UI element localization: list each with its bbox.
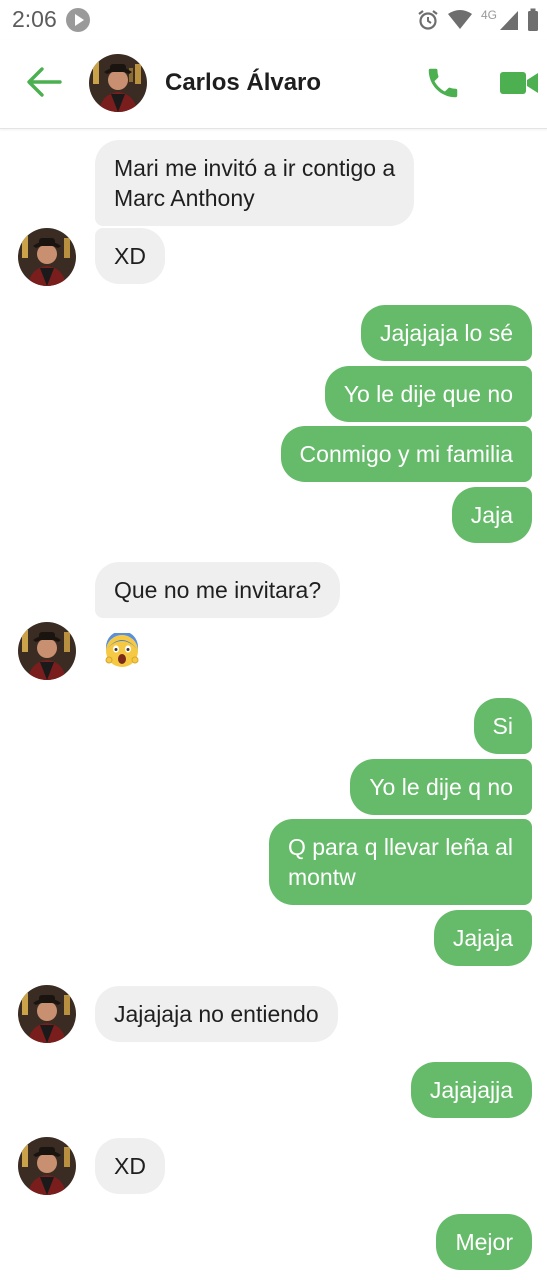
sender-avatar[interactable]	[18, 228, 76, 286]
message-text: Que no me invitara?	[114, 577, 322, 603]
back-arrow-icon[interactable]	[24, 62, 64, 102]
signal-icon	[500, 11, 518, 30]
status-icons: 4G	[417, 6, 539, 34]
message-outgoing[interactable]: Mejor	[436, 1214, 532, 1270]
message-text: Si	[492, 713, 513, 739]
message-text: XD	[114, 243, 146, 269]
chat-header: Carlos Álvaro	[0, 40, 547, 129]
message-outgoing[interactable]: Jaja	[451, 487, 532, 543]
battery-icon	[528, 8, 538, 31]
contact-name: Carlos Álvaro	[165, 69, 322, 96]
message-outgoing[interactable]: Yo le dije que no	[324, 366, 532, 422]
message-outgoing[interactable]: Jajajajja	[410, 1062, 532, 1118]
message-text: Mari me invitó a ir contigo a Marc Antho…	[114, 155, 396, 211]
message-outgoing[interactable]: Yo le dije q no	[350, 759, 532, 815]
status-time: 2:06	[12, 6, 57, 32]
face-screaming-in-fear-icon[interactable]	[104, 633, 140, 669]
message-incoming[interactable]: Que no me invitara?	[95, 562, 341, 618]
message-incoming[interactable]: XD	[95, 228, 165, 284]
message-outgoing[interactable]: Si	[473, 698, 532, 754]
sender-avatar[interactable]	[18, 985, 76, 1043]
message-text: Jajajaja no entiendo	[114, 1001, 319, 1027]
message-text: Yo le dije que no	[343, 381, 513, 407]
network-type: 4G	[480, 8, 497, 22]
message-incoming[interactable]: Mari me invitó a ir contigo a Marc Antho…	[95, 140, 415, 226]
message-text: Mejor	[455, 1229, 513, 1255]
message-text: Q para q llevar leña al montw	[287, 834, 513, 890]
media-play-icon	[66, 8, 90, 32]
message-text: Jajajajja	[429, 1077, 513, 1103]
message-incoming[interactable]: XD	[95, 1138, 165, 1194]
message-outgoing[interactable]: Jajaja	[433, 910, 532, 966]
message-text: XD	[114, 1153, 146, 1179]
message-outgoing[interactable]: Jajajaja lo sé	[361, 305, 532, 361]
alarm-icon	[418, 10, 438, 30]
message-text: Conmigo y mi familia	[299, 441, 513, 467]
message-outgoing[interactable]: Conmigo y mi familia	[280, 426, 532, 482]
sender-avatar[interactable]	[18, 1137, 76, 1195]
message-text: Jajajaja lo sé	[380, 320, 513, 346]
contact-avatar[interactable]	[89, 54, 147, 112]
message-text: Jajaja	[452, 925, 513, 951]
wifi-icon	[447, 10, 472, 29]
message-outgoing[interactable]: Q para q llevar leña al montw	[268, 819, 532, 905]
sender-avatar[interactable]	[18, 622, 76, 680]
message-text: Yo le dije q no	[369, 774, 513, 800]
phone-call-icon[interactable]	[424, 64, 462, 102]
message-text: Jaja	[470, 502, 513, 528]
status-bar: 2:06 4G	[0, 0, 547, 40]
message-incoming[interactable]: Jajajaja no entiendo	[95, 986, 338, 1042]
video-call-icon[interactable]	[498, 66, 540, 100]
